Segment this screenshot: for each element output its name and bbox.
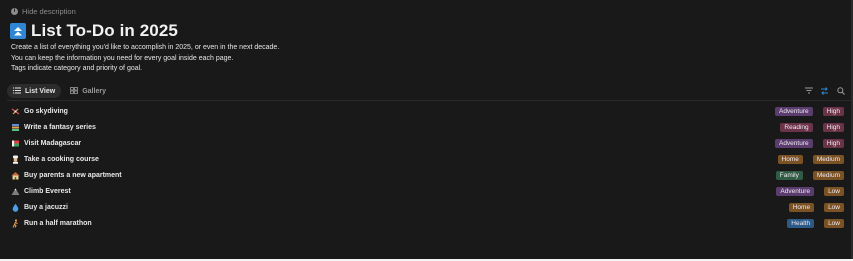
description-line: You can keep the information you need fo… [11, 54, 234, 62]
page-header: List To-Do in 2025 [10, 21, 178, 41]
priority-tag: High [822, 122, 844, 132]
parachute-icon [11, 107, 20, 116]
item-name: Buy parents a new apartment [24, 171, 122, 179]
todo-list: Go skydiving Adventure High Write a fant… [7, 103, 844, 231]
view-toolbar [804, 86, 845, 95]
item-name: Climb Everest [24, 187, 71, 195]
sort-icon[interactable] [820, 86, 829, 95]
tab-label: Gallery [82, 87, 106, 95]
description-line: Tags indicate category and priority of g… [11, 65, 143, 72]
filter-icon[interactable] [804, 86, 813, 95]
view-tabs: List View Gallery [7, 84, 112, 98]
priority-tag: High [822, 106, 844, 116]
search-icon[interactable] [836, 86, 845, 95]
list-item[interactable]: Go skydiving Adventure High [7, 103, 844, 119]
house-icon [11, 171, 20, 180]
double-chevron-up-icon[interactable] [10, 23, 26, 39]
list-item[interactable]: Run a half marathon Health Low [7, 215, 844, 231]
runner-icon [11, 218, 20, 228]
category-tag: Reading [780, 122, 813, 132]
list-item[interactable]: Visit Madagascar Adventure High [7, 135, 844, 151]
hide-description-toggle[interactable]: i Hide description [11, 5, 76, 17]
list-item[interactable]: Buy parents a new apartment Family Mediu… [7, 167, 844, 183]
item-name: Buy a jacuzzi [24, 203, 68, 211]
mountain-icon [11, 187, 20, 196]
divider [7, 100, 851, 101]
list-item[interactable]: Climb Everest Adventure Low [7, 183, 844, 199]
category-tag: Adventure [774, 138, 813, 148]
page-description: Create a list of everything you'd like t… [11, 43, 279, 75]
page-title: List To-Do in 2025 [31, 21, 178, 40]
info-icon: i [11, 7, 18, 15]
priority-tag: Low [824, 202, 844, 212]
gallery-icon [70, 86, 79, 96]
list-icon [13, 87, 21, 96]
category-tag: Adventure [774, 106, 813, 116]
priority-tag: Low [824, 218, 844, 228]
description-line: Create a list of everything you'd like t… [11, 44, 280, 51]
tab-label: List View [25, 87, 56, 95]
tab-gallery[interactable]: Gallery [64, 84, 112, 98]
category-tag: Adventure [776, 186, 815, 196]
list-item[interactable]: Buy a jacuzzi Home Low [7, 199, 844, 215]
priority-tag: Medium [812, 154, 844, 164]
category-tag: Health [787, 218, 815, 228]
cook-icon [11, 155, 20, 164]
list-item[interactable]: Write a fantasy series Reading High [7, 119, 844, 135]
priority-tag: Medium [812, 170, 844, 180]
item-name: Visit Madagascar [24, 139, 82, 147]
droplet-icon [11, 203, 20, 212]
list-item[interactable]: Take a cooking course Home Medium [7, 151, 844, 167]
tab-list-view[interactable]: List View [7, 84, 62, 98]
item-name: Take a cooking course [24, 155, 99, 163]
books-icon [11, 123, 20, 132]
page: i Hide description List To-Do in 2025 Cr… [0, 0, 853, 261]
item-name: Run a half marathon [24, 219, 92, 227]
category-tag: Home [777, 154, 803, 164]
item-name: Write a fantasy series [24, 123, 96, 131]
category-tag: Family [775, 170, 803, 180]
priority-tag: Low [824, 186, 844, 196]
item-name: Go skydiving [24, 107, 68, 115]
priority-tag: High [822, 138, 844, 148]
category-tag: Home [788, 202, 815, 212]
flag-icon [11, 139, 20, 148]
hide-description-label: Hide description [22, 6, 76, 16]
